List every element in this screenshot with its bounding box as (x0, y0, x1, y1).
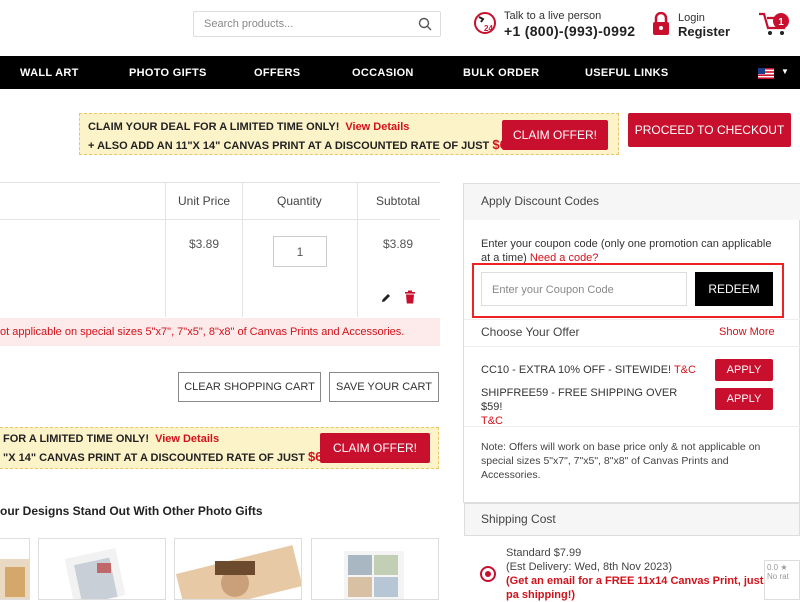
shipping-promo: (Get an email for a FREE 11x14 Canvas Pr… (506, 575, 764, 601)
us-flag-icon[interactable] (758, 66, 774, 79)
apply-offer-button[interactable]: APPLY (715, 388, 773, 410)
divider (464, 426, 800, 427)
unit-price-value: $3.89 (189, 237, 220, 251)
header-quantity: Quantity (277, 194, 322, 208)
choose-offer-title: Choose Your Offer (481, 325, 580, 339)
trash-icon[interactable] (404, 290, 416, 309)
coupon-instruction: Enter your coupon code (only one promoti… (481, 237, 781, 265)
table-divider (0, 182, 440, 183)
product-thumbnail[interactable] (311, 538, 439, 600)
product-thumbnail[interactable] (174, 538, 302, 600)
promo-headline: CLAIM YOUR DEAL FOR A LIMITED TIME ONLY! (88, 121, 340, 133)
offer-item: CC10 - EXTRA 10% OFF - SITEWIDE! T&C (481, 364, 696, 376)
search-box[interactable]: Search products... (193, 11, 441, 37)
offer-item: SHIPFREE59 - FREE SHIPPING OVER $59! T&C (481, 386, 701, 428)
shipping-radio[interactable] (480, 566, 496, 582)
coupon-instruction-text: Enter your coupon code (only one promoti… (481, 238, 772, 264)
coupon-code-input[interactable]: Enter your Coupon Code (481, 272, 687, 306)
claim-offer-button[interactable]: CLAIM OFFER! (502, 120, 608, 150)
offer-note: Note: Offers will work on base price onl… (481, 441, 761, 481)
show-more-link[interactable]: Show More (719, 326, 775, 338)
quantity-input[interactable]: 1 (273, 236, 327, 267)
main-nav: WALL ART PHOTO GIFTS OFFERS OCCASION BUL… (0, 56, 800, 89)
size-warning: ot applicable on special sizes 5"x7", 7"… (0, 318, 440, 346)
chevron-down-icon[interactable]: ▼ (781, 67, 789, 76)
view-details-link[interactable]: View Details (155, 433, 219, 445)
product-thumbnail[interactable] (0, 538, 30, 600)
nav-wall-art[interactable]: WALL ART (20, 67, 79, 79)
promo-banner: CLAIM YOUR DEAL FOR A LIMITED TIME ONLY!… (79, 113, 619, 155)
tc-link[interactable]: T&C (674, 364, 696, 376)
header-subtotal: Subtotal (376, 194, 421, 208)
claim-offer-button[interactable]: CLAIM OFFER! (320, 433, 430, 463)
redeem-button[interactable]: REDEEM (695, 272, 773, 306)
shipping-option-name: Standard $7.99 (506, 547, 582, 559)
offer-text: SHIPFREE59 - FREE SHIPPING OVER $59! (481, 387, 678, 413)
shipping-title: Shipping Cost (481, 512, 556, 526)
register-link[interactable]: Register (678, 24, 730, 39)
review-badge[interactable]: 0.0 ★ No rat (764, 560, 800, 600)
shipping-option: Standard $7.99 (Est Delivery: Wed, 8th N… (506, 546, 776, 602)
nav-bulk-order[interactable]: BULK ORDER (463, 67, 539, 79)
phone-24-icon: 24 (472, 10, 498, 41)
promo-subline: + ALSO ADD AN 11"X 14" CANVAS PRINT AT A… (88, 140, 490, 152)
photo-gifts-heading: our Designs Stand Out With Other Photo G… (0, 504, 263, 518)
promo-headline: FOR A LIMITED TIME ONLY! (3, 433, 150, 445)
nav-offers[interactable]: OFFERS (254, 67, 300, 79)
header-unit-price: Unit Price (178, 194, 231, 208)
promo-subline: "X 14" CANVAS PRINT AT A DISCOUNTED RATE… (3, 452, 305, 464)
offer-text: CC10 - EXTRA 10% OFF - SITEWIDE! (481, 364, 672, 376)
cart-icon[interactable]: 1 (757, 10, 791, 43)
promo-banner-bottom: FOR A LIMITED TIME ONLY! View Details "X … (0, 427, 439, 469)
search-input[interactable]: Search products... (204, 18, 293, 30)
column-divider (357, 183, 358, 317)
table-divider (0, 219, 440, 220)
shipping-delivery: (Est Delivery: Wed, 8th Nov 2023) (506, 561, 673, 573)
nav-photo-gifts[interactable]: PHOTO GIFTS (129, 67, 207, 79)
cart-count: 1 (778, 17, 784, 28)
divider (464, 346, 800, 347)
column-divider (242, 183, 243, 317)
clear-cart-button[interactable]: CLEAR SHOPPING CART (178, 372, 321, 402)
view-details-link[interactable]: View Details (345, 121, 409, 133)
subtotal-value: $3.89 (383, 237, 414, 251)
nav-useful-links[interactable]: USEFUL LINKS (585, 67, 668, 79)
save-cart-button[interactable]: SAVE YOUR CART (329, 372, 439, 402)
warning-text: ot applicable on special sizes 5"x7", 7"… (0, 326, 405, 338)
phone-label: Talk to a live person (504, 10, 602, 22)
svg-text:24: 24 (484, 24, 493, 33)
login-link[interactable]: Login (678, 12, 705, 24)
discount-title: Apply Discount Codes (481, 194, 600, 208)
phone-number[interactable]: +1 (800)-(993)-0992 (504, 23, 635, 39)
product-thumbnail[interactable] (38, 538, 166, 600)
divider (464, 319, 800, 320)
edit-pencil-icon[interactable] (380, 291, 392, 309)
search-icon[interactable] (418, 17, 432, 36)
lock-icon (652, 11, 670, 41)
proceed-to-checkout-button[interactable]: PROCEED TO CHECKOUT (628, 113, 791, 147)
apply-offer-button[interactable]: APPLY (715, 359, 773, 381)
nav-occasion[interactable]: OCCASION (352, 67, 414, 79)
column-divider (165, 183, 166, 317)
